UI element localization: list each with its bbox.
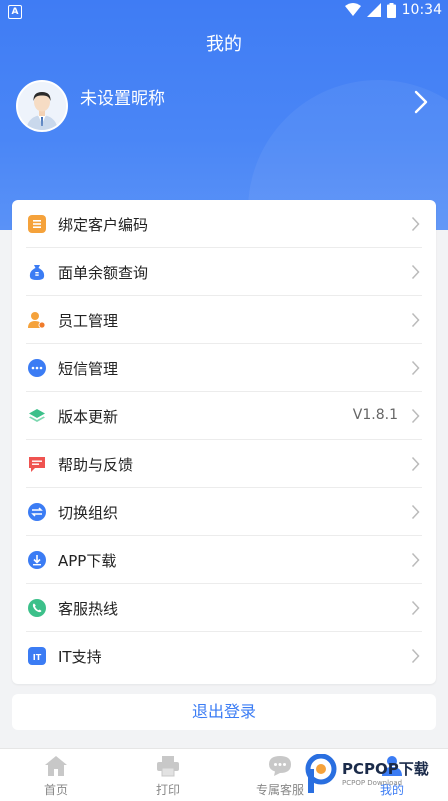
feedback-icon bbox=[29, 457, 45, 472]
it-support-icon: IT bbox=[28, 647, 46, 665]
switch-icon bbox=[28, 503, 46, 521]
menu-item-sms-management[interactable]: 短信管理 bbox=[12, 344, 436, 392]
clock: 10:34 bbox=[401, 2, 442, 18]
home-icon bbox=[45, 756, 67, 776]
message-icon bbox=[28, 359, 46, 377]
chevron-right-icon bbox=[411, 408, 420, 424]
tab-home[interactable]: 首页 bbox=[0, 749, 112, 801]
menu-item-label: 帮助与反馈 bbox=[58, 456, 134, 474]
menu-item-label: 切换组织 bbox=[58, 504, 119, 522]
menu-item-app-download[interactable]: APP下载 bbox=[12, 536, 436, 584]
money-bag-icon bbox=[29, 265, 45, 280]
menu-item-label: 版本更新 bbox=[58, 408, 119, 426]
menu-item-label: 短信管理 bbox=[58, 360, 119, 378]
signal-icon bbox=[366, 3, 381, 17]
chevron-right-icon bbox=[411, 216, 420, 232]
menu-item-waybill-balance[interactable]: 面单余额查询 bbox=[12, 248, 436, 296]
wifi-icon bbox=[344, 3, 361, 16]
menu-item-help-feedback[interactable]: 帮助与反馈 bbox=[12, 440, 436, 488]
chevron-right-icon bbox=[411, 360, 420, 376]
chevron-right-icon bbox=[414, 90, 428, 114]
menu-item-switch-organization[interactable]: 切换组织 bbox=[12, 488, 436, 536]
tab-label: 首页 bbox=[43, 783, 68, 797]
nickname: 未设置昵称 bbox=[80, 89, 165, 109]
battery-icon bbox=[386, 2, 396, 18]
list-icon bbox=[28, 215, 46, 233]
menu-item-label: 员工管理 bbox=[58, 312, 119, 330]
pcpop-logo-icon bbox=[305, 754, 337, 793]
download-icon bbox=[28, 551, 46, 569]
notification-a-icon: A bbox=[8, 5, 22, 19]
profile-header: A 10:34 我的 未设置昵称 bbox=[0, 0, 448, 230]
chevron-right-icon bbox=[411, 456, 420, 472]
watermark-brand: PCPOP下载 bbox=[342, 760, 429, 778]
menu-item-label: IT支持 bbox=[58, 648, 102, 666]
svg-text:IT: IT bbox=[33, 653, 42, 662]
status-bar: A 10:34 bbox=[0, 0, 448, 24]
chevron-right-icon bbox=[411, 648, 420, 664]
version-number: V1.8.1 bbox=[352, 407, 398, 423]
menu-item-it-support[interactable]: IT IT支持 bbox=[12, 632, 436, 680]
user-manage-icon bbox=[28, 312, 46, 329]
chevron-right-icon bbox=[411, 312, 420, 328]
tab-label: 打印 bbox=[155, 783, 180, 797]
menu-item-label: APP下载 bbox=[58, 552, 117, 570]
menu-item-staff-management[interactable]: 员工管理 bbox=[12, 296, 436, 344]
watermark: PCPOP下载 PCPOP Download bbox=[304, 752, 444, 796]
avatar-person-icon bbox=[18, 82, 66, 130]
chevron-right-icon bbox=[411, 264, 420, 280]
printer-icon bbox=[157, 756, 179, 777]
watermark-sub: PCPOP Download bbox=[342, 779, 403, 787]
page-title: 我的 bbox=[206, 34, 242, 55]
chevron-right-icon bbox=[411, 600, 420, 616]
chat-icon bbox=[269, 756, 291, 776]
layers-icon bbox=[29, 409, 45, 422]
menu-item-label: 绑定客户编码 bbox=[58, 216, 149, 234]
menu-item-label: 客服热线 bbox=[58, 600, 119, 618]
tab-print[interactable]: 打印 bbox=[112, 749, 224, 801]
menu-item-version-update[interactable]: 版本更新 V1.8.1 bbox=[12, 392, 436, 440]
phone-icon bbox=[28, 599, 46, 617]
avatar[interactable] bbox=[16, 80, 68, 132]
menu-item-service-hotline[interactable]: 客服热线 bbox=[12, 584, 436, 632]
menu-item-bind-customer-code[interactable]: 绑定客户编码 bbox=[12, 200, 436, 248]
profile-entry[interactable]: 未设置昵称 bbox=[16, 80, 432, 132]
menu-card: 绑定客户编码 面单余额查询 员工管理 短信管理 版本更新 V1.8.1 帮助与反… bbox=[12, 200, 436, 684]
logout-button[interactable]: 退出登录 bbox=[12, 694, 436, 730]
chevron-right-icon bbox=[411, 504, 420, 520]
chevron-right-icon bbox=[411, 552, 420, 568]
menu-item-label: 面单余额查询 bbox=[58, 264, 149, 282]
